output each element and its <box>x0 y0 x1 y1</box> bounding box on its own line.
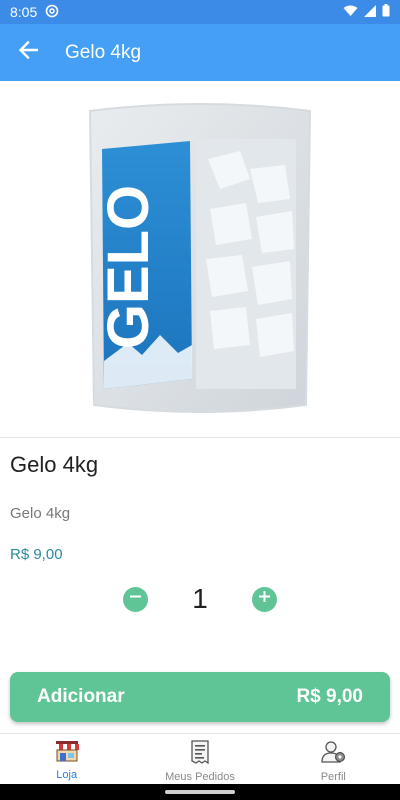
bottom-navigation: Loja Meus Pedidos Perfil <box>0 733 400 784</box>
product-description: Gelo 4kg <box>10 505 71 522</box>
battery-icon <box>382 4 390 20</box>
product-image: GELO <box>0 81 400 437</box>
quantity-stepper: 1 <box>0 580 400 618</box>
status-bar: 8:05 <box>0 0 400 24</box>
svg-text:GELO: GELO <box>96 185 161 349</box>
add-to-cart-button[interactable]: Adicionar R$ 9,00 <box>10 672 390 722</box>
signal-icon <box>364 4 376 20</box>
image-divider <box>0 437 400 438</box>
system-navigation-bar <box>0 784 400 800</box>
nav-item-perfil[interactable]: Perfil <box>267 734 400 784</box>
at-sign-icon <box>45 4 59 21</box>
minus-icon <box>129 590 142 608</box>
status-time: 8:05 <box>10 4 38 20</box>
page-title: Gelo 4kg <box>65 41 142 63</box>
increase-quantity-button[interactable] <box>252 586 277 612</box>
product-name: Gelo 4kg <box>10 452 99 477</box>
store-icon <box>54 740 80 767</box>
add-button-label: Adicionar <box>37 686 125 707</box>
quantity-value: 1 <box>192 583 208 614</box>
add-button-total: R$ 9,00 <box>296 686 363 707</box>
arrow-left-icon <box>18 40 39 64</box>
nav-item-loja[interactable]: Loja <box>0 734 133 784</box>
nav-label-perfil: Perfil <box>320 771 346 783</box>
home-gesture-handle[interactable] <box>165 790 235 794</box>
plus-icon <box>258 590 271 608</box>
nav-item-meus-pedidos[interactable]: Meus Pedidos <box>133 734 266 784</box>
nav-label-meus-pedidos: Meus Pedidos <box>165 771 235 783</box>
nav-label-loja: Loja <box>56 769 78 781</box>
user-settings-icon <box>320 740 346 769</box>
product-price: R$ 9,00 <box>10 546 63 563</box>
receipt-icon <box>190 740 210 769</box>
decrease-quantity-button[interactable] <box>123 586 148 612</box>
back-button[interactable] <box>0 24 56 81</box>
wifi-icon <box>343 4 358 20</box>
app-bar: Gelo 4kg <box>0 24 400 81</box>
ice-bag-illustration: GELO <box>88 103 312 413</box>
